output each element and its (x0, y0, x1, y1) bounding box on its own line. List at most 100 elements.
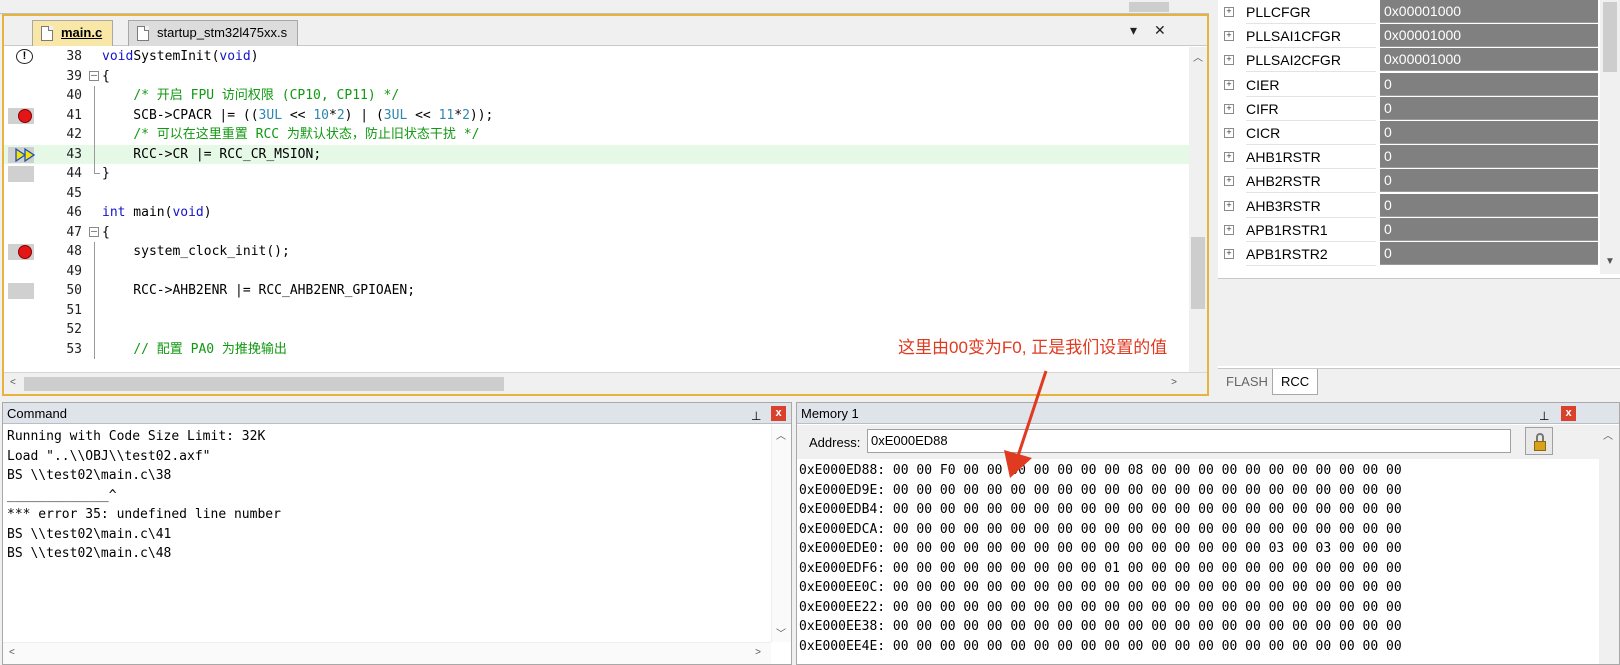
fold-gutter[interactable]: – (88, 67, 102, 87)
collapse-icon[interactable]: – (89, 226, 99, 237)
register-row[interactable]: + APB1RSTR2 0 (1218, 242, 1620, 266)
expand-icon[interactable]: + (1224, 128, 1234, 138)
gutter-cell[interactable] (8, 281, 34, 301)
scroll-left-icon[interactable]: < (9, 647, 15, 658)
command-horizontal-scrollbar[interactable]: < > (3, 642, 771, 664)
expand-icon[interactable]: + (1224, 103, 1234, 114)
code-editor[interactable]: ! 38 voidSystemInit(void) 39–{40 /* 开启 FPU … (4, 47, 1189, 372)
register-row[interactable]: + CIER 0 (1218, 72, 1620, 97)
code-line[interactable]: 45 (4, 184, 1189, 204)
close-icon[interactable]: ✕ (1154, 22, 1166, 39)
gutter-cell[interactable] (8, 223, 34, 243)
scroll-right-icon[interactable]: > (755, 647, 761, 658)
register-value[interactable]: 0 (1380, 121, 1598, 144)
code-line[interactable]: 43 RCC->CR |= RCC_CR_MSION; (4, 144, 1189, 164)
register-value[interactable]: 0 (1380, 193, 1598, 217)
expand-icon[interactable]: + (1224, 55, 1234, 66)
breakpoint-icon[interactable] (18, 245, 32, 259)
command-vertical-scrollbar[interactable]: ︿ ﹀ (771, 425, 791, 642)
memory-dump[interactable]: 0xE000ED88: 00 00 F0 00 00 00 00 00 00 0… (799, 461, 1402, 656)
editor-vertical-scrollbar[interactable]: ︿ (1189, 47, 1207, 372)
gutter-cell[interactable] (8, 340, 34, 360)
register-row[interactable]: + AHB2RSTR 0 (1218, 169, 1620, 194)
tab-flash[interactable]: FLASH (1218, 369, 1276, 395)
expand-icon[interactable]: + (1224, 31, 1234, 42)
gutter-cell[interactable] (8, 164, 34, 184)
gutter-cell[interactable] (8, 86, 34, 106)
gutter-cell[interactable] (8, 67, 34, 87)
register-row[interactable]: + PLLSAI2CFGR 0x00001000 (1218, 48, 1620, 73)
register-row[interactable]: + PLLSAI1CFGR 0x00001000 (1218, 24, 1620, 49)
lock-button[interactable] (1525, 427, 1553, 455)
gutter-cell[interactable]: ! (8, 47, 34, 67)
pin-icon[interactable]: ⊥ (1539, 406, 1549, 427)
expand-icon[interactable]: + (1224, 152, 1234, 163)
register-value[interactable]: 0 (1380, 217, 1598, 241)
scroll-down-icon[interactable]: ▼ (1605, 256, 1615, 267)
gutter-cell[interactable] (8, 262, 34, 282)
code-line[interactable]: ! 38 voidSystemInit(void) (4, 47, 1189, 67)
gutter-cell[interactable] (8, 184, 34, 204)
editor-horizontal-scrollbar[interactable]: < > (4, 372, 1207, 394)
register-row[interactable]: + CICR 0 (1218, 121, 1620, 145)
code-line[interactable]: 47–{ (4, 223, 1189, 243)
close-icon[interactable]: x (771, 406, 786, 421)
code-line[interactable]: 48 system_clock_init(); (4, 242, 1189, 262)
scroll-down-icon[interactable]: ﹀ (776, 625, 786, 640)
scrollbar-thumb[interactable] (1129, 2, 1169, 12)
gutter-cell[interactable] (8, 125, 34, 145)
expand-icon[interactable]: + (1224, 224, 1234, 235)
expand-icon[interactable]: + (1224, 200, 1234, 211)
register-value[interactable]: 0x00001000 (1380, 0, 1598, 23)
tab-startup-s[interactable]: startup_stm32l475xx.s (128, 20, 299, 46)
expand-icon[interactable]: + (1224, 249, 1234, 259)
code-line[interactable]: 50 RCC->AHB2ENR |= RCC_AHB2ENR_GPIOAEN; (4, 281, 1189, 301)
expand-icon[interactable]: + (1224, 79, 1234, 90)
register-vertical-scrollbar[interactable]: ▼ (1600, 0, 1620, 274)
close-icon[interactable]: x (1561, 406, 1576, 421)
gutter-cell[interactable] (8, 242, 34, 262)
code-line[interactable]: 51 (4, 300, 1189, 321)
register-row[interactable]: + APB1RSTR1 0 (1218, 217, 1620, 242)
expand-icon[interactable]: + (1224, 7, 1234, 17)
memory-vertical-scrollbar[interactable]: ︿ (1599, 425, 1619, 664)
register-value[interactable]: 0x00001000 (1380, 48, 1598, 72)
code-line[interactable]: 39–{ (4, 67, 1189, 87)
gutter-cell[interactable] (8, 106, 34, 126)
register-value[interactable]: 0 (1380, 169, 1598, 193)
register-value[interactable]: 0 (1380, 242, 1598, 265)
register-row[interactable]: + CIFR 0 (1218, 96, 1620, 121)
code-line[interactable]: 41 SCB->CPACR |= ((3UL << 10*2) | (3UL <… (4, 105, 1189, 126)
tab-dropdown-icon[interactable]: ▾ (1130, 22, 1137, 39)
gutter-cell[interactable] (8, 203, 34, 223)
register-row[interactable]: + PLLCFGR 0x00001000 (1218, 0, 1620, 24)
expand-icon[interactable]: + (1224, 176, 1234, 187)
scroll-up-icon[interactable]: ︿ (1193, 49, 1203, 64)
code-line[interactable]: 42 /* 可以在这里重置 RCC 为默认状态，防止旧状态干扰 */ (4, 125, 1189, 145)
code-line[interactable]: 46 int main(void) (4, 203, 1189, 223)
register-value[interactable]: 0 (1380, 72, 1598, 96)
scrollbar-thumb[interactable] (1603, 2, 1617, 72)
collapse-icon[interactable]: – (89, 70, 99, 81)
gutter-cell[interactable] (8, 301, 34, 321)
fold-gutter[interactable]: – (88, 223, 102, 243)
code-line[interactable]: 44} (4, 164, 1189, 184)
top-horizontal-scrollbar[interactable] (0, 0, 1209, 14)
register-value[interactable]: 0 (1380, 96, 1598, 120)
tab-rcc[interactable]: RCC (1272, 369, 1319, 395)
scrollbar-thumb[interactable] (1191, 237, 1205, 309)
register-row[interactable]: + AHB3RSTR 0 (1218, 193, 1620, 218)
register-value[interactable]: 0 (1380, 145, 1598, 169)
scroll-left-icon[interactable]: < (10, 377, 16, 388)
scroll-up-icon[interactable]: ︿ (776, 427, 786, 442)
scroll-right-icon[interactable]: > (1171, 377, 1177, 388)
tab-main-c[interactable]: main.c (32, 20, 114, 46)
code-line[interactable]: 40 /* 开启 FPU 访问权限 (CP10, CP11) */ (4, 86, 1189, 106)
scroll-up-icon[interactable]: ︿ (1603, 427, 1613, 442)
pin-icon[interactable]: ⊥ (751, 406, 761, 427)
gutter-cell[interactable] (8, 320, 34, 340)
register-value[interactable]: 0x00001000 (1380, 24, 1598, 48)
address-input[interactable]: 0xE000ED88 (867, 429, 1511, 453)
code-line[interactable]: 49 (4, 261, 1189, 282)
breakpoint-icon[interactable] (18, 108, 32, 123)
